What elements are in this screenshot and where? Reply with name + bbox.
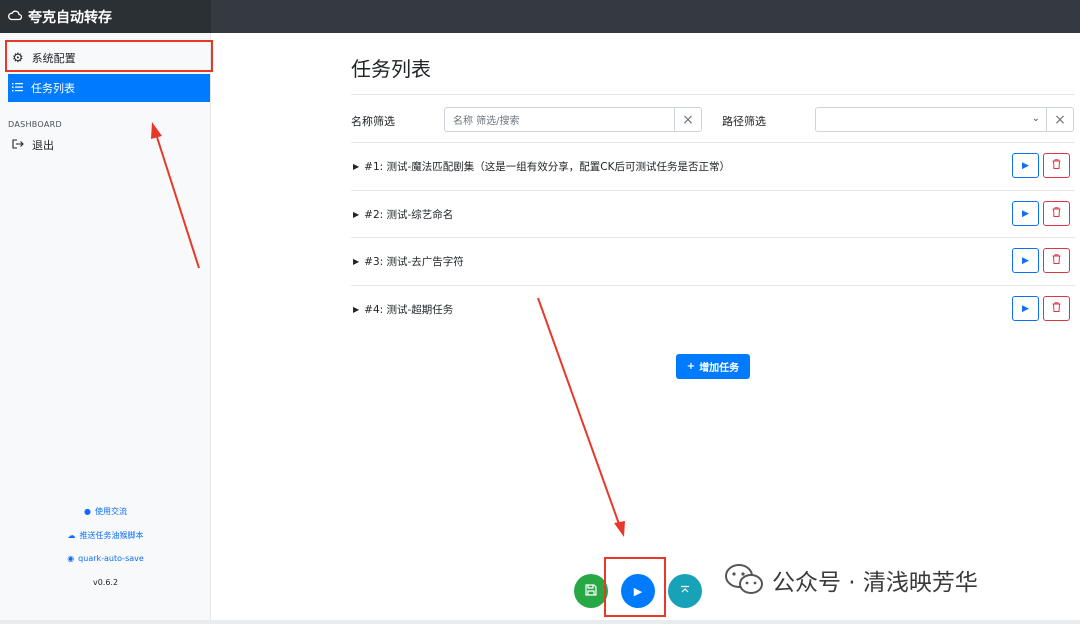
delete-task-button[interactable] — [1043, 296, 1070, 321]
section-label: DASHBOARD — [8, 120, 62, 129]
sidebar-item-label: 退出 — [32, 139, 54, 152]
app-title: 夸克自动转存 — [28, 9, 112, 26]
path-filter-select[interactable]: ⌄ — [815, 107, 1047, 132]
task-title-text: #4: 测试-超期任务 — [364, 304, 454, 316]
path-filter-clear-button[interactable]: × — [1046, 107, 1074, 132]
caret-right-icon: ▶ — [353, 257, 360, 266]
trash-icon — [1052, 159, 1061, 172]
caret-right-icon: ▶ — [353, 305, 360, 314]
save-icon — [585, 583, 597, 599]
task-row[interactable]: ▶ #4: 测试-超期任务 ▶ — [351, 285, 1075, 332]
cloud-icon: ☁ — [67, 531, 76, 540]
add-task-button[interactable]: + 增加任务 — [676, 354, 750, 379]
chevron-down-icon: ⌄ — [1031, 113, 1040, 124]
footer-link-label: 推送任务油猴脚本 — [79, 531, 144, 540]
close-icon: × — [1054, 111, 1066, 128]
page-title: 任务列表 — [351, 57, 431, 81]
footer-link-label: quark-auto-save — [78, 554, 144, 563]
play-icon: ▶ — [1022, 208, 1029, 219]
task-title-text: #1: 测试-魔法匹配剧集（这是一组有效分享，配置CK后可测试任务是否正常） — [364, 161, 731, 173]
save-button[interactable] — [574, 574, 608, 608]
run-task-button[interactable]: ▶ — [1012, 201, 1039, 226]
run-task-button[interactable]: ▶ — [1012, 153, 1039, 178]
sidebar-item-label: 任务列表 — [31, 82, 75, 95]
play-icon: ▶ — [1022, 255, 1029, 266]
close-icon: × — [682, 111, 694, 128]
task-title[interactable]: ▶ #2: 测试-综艺命名 — [353, 207, 453, 222]
github-icon: ◉ — [67, 554, 75, 563]
run-task-button[interactable]: ▶ — [1012, 296, 1039, 321]
version-label: v0.6.2 — [92, 578, 119, 587]
name-filter-input[interactable]: 名称 筛选/搜索 — [444, 107, 675, 132]
plus-icon: + — [686, 361, 696, 372]
task-row[interactable]: ▶ #1: 测试-魔法匹配剧集（这是一组有效分享，配置CK后可测试任务是否正常）… — [351, 142, 1075, 189]
trash-icon — [1052, 302, 1061, 315]
annotation-box-run — [604, 557, 666, 617]
play-icon: ▶ — [1022, 160, 1029, 171]
name-filter-label: 名称筛选 — [351, 115, 395, 128]
trash-icon — [1052, 254, 1061, 267]
main-content: 任务列表 名称筛选 名称 筛选/搜索 × 路径筛选 ⌄ × ▶ #1: 测试-魔… — [211, 33, 1080, 624]
app-brand[interactable]: 夸克自动转存 — [0, 0, 211, 33]
wechat-icon: ● — [84, 507, 91, 516]
footer-link-label: 使用交流 — [94, 507, 127, 516]
task-row[interactable]: ▶ #3: 测试-去广告字符 ▶ — [351, 237, 1075, 284]
annotation-box-tasks — [5, 40, 213, 72]
name-filter-clear-button[interactable]: × — [674, 107, 702, 132]
footer-link-userscript[interactable]: ☁ 推送任务油猴脚本 — [0, 530, 211, 541]
watermark: 公众号 · 清浅映芳华 — [724, 562, 978, 598]
watermark-text: 公众号 · 清浅映芳华 — [772, 570, 978, 596]
task-title-text: #3: 测试-去广告字符 — [364, 256, 464, 268]
filter-row: 名称筛选 名称 筛选/搜索 × 路径筛选 ⌄ × — [351, 94, 1075, 144]
scroll-top-button[interactable] — [668, 574, 702, 608]
name-filter-placeholder: 名称 筛选/搜索 — [453, 116, 520, 127]
logout-icon — [12, 138, 24, 152]
delete-task-button[interactable] — [1043, 153, 1070, 178]
task-row[interactable]: ▶ #2: 测试-综艺命名 ▶ — [351, 190, 1075, 237]
add-task-label: 增加任务 — [699, 363, 740, 374]
footer-link-community[interactable]: ● 使用交流 — [0, 506, 211, 517]
run-task-button[interactable]: ▶ — [1012, 248, 1039, 273]
caret-right-icon: ▶ — [353, 210, 360, 219]
trash-icon — [1052, 207, 1061, 220]
sidebar-item-tasks[interactable]: 任务列表 — [8, 74, 210, 102]
delete-task-button[interactable] — [1043, 248, 1070, 273]
task-title[interactable]: ▶ #3: 测试-去广告字符 — [353, 254, 464, 269]
task-title-text: #2: 测试-综艺命名 — [364, 209, 454, 221]
scroll-top-icon — [680, 585, 690, 598]
path-filter-label: 路径筛选 — [722, 115, 766, 128]
delete-task-button[interactable] — [1043, 201, 1070, 226]
play-icon: ▶ — [1022, 303, 1029, 314]
sidebar-item-logout[interactable]: 退出 — [8, 131, 210, 159]
footer-link-github[interactable]: ◉ quark-auto-save — [0, 554, 211, 563]
caret-right-icon: ▶ — [353, 162, 360, 171]
list-icon — [12, 82, 23, 95]
sidebar: ⚙ 系统配置 任务列表 DASHBOARD 退出 ● 使用交流 ☁ 推送任务油猴… — [0, 33, 211, 624]
cloud-icon — [8, 9, 23, 25]
task-title[interactable]: ▶ #1: 测试-魔法匹配剧集（这是一组有效分享，配置CK后可测试任务是否正常） — [353, 159, 730, 174]
wechat-icon — [724, 562, 764, 598]
bottom-border — [0, 620, 1080, 624]
task-title[interactable]: ▶ #4: 测试-超期任务 — [353, 302, 453, 317]
